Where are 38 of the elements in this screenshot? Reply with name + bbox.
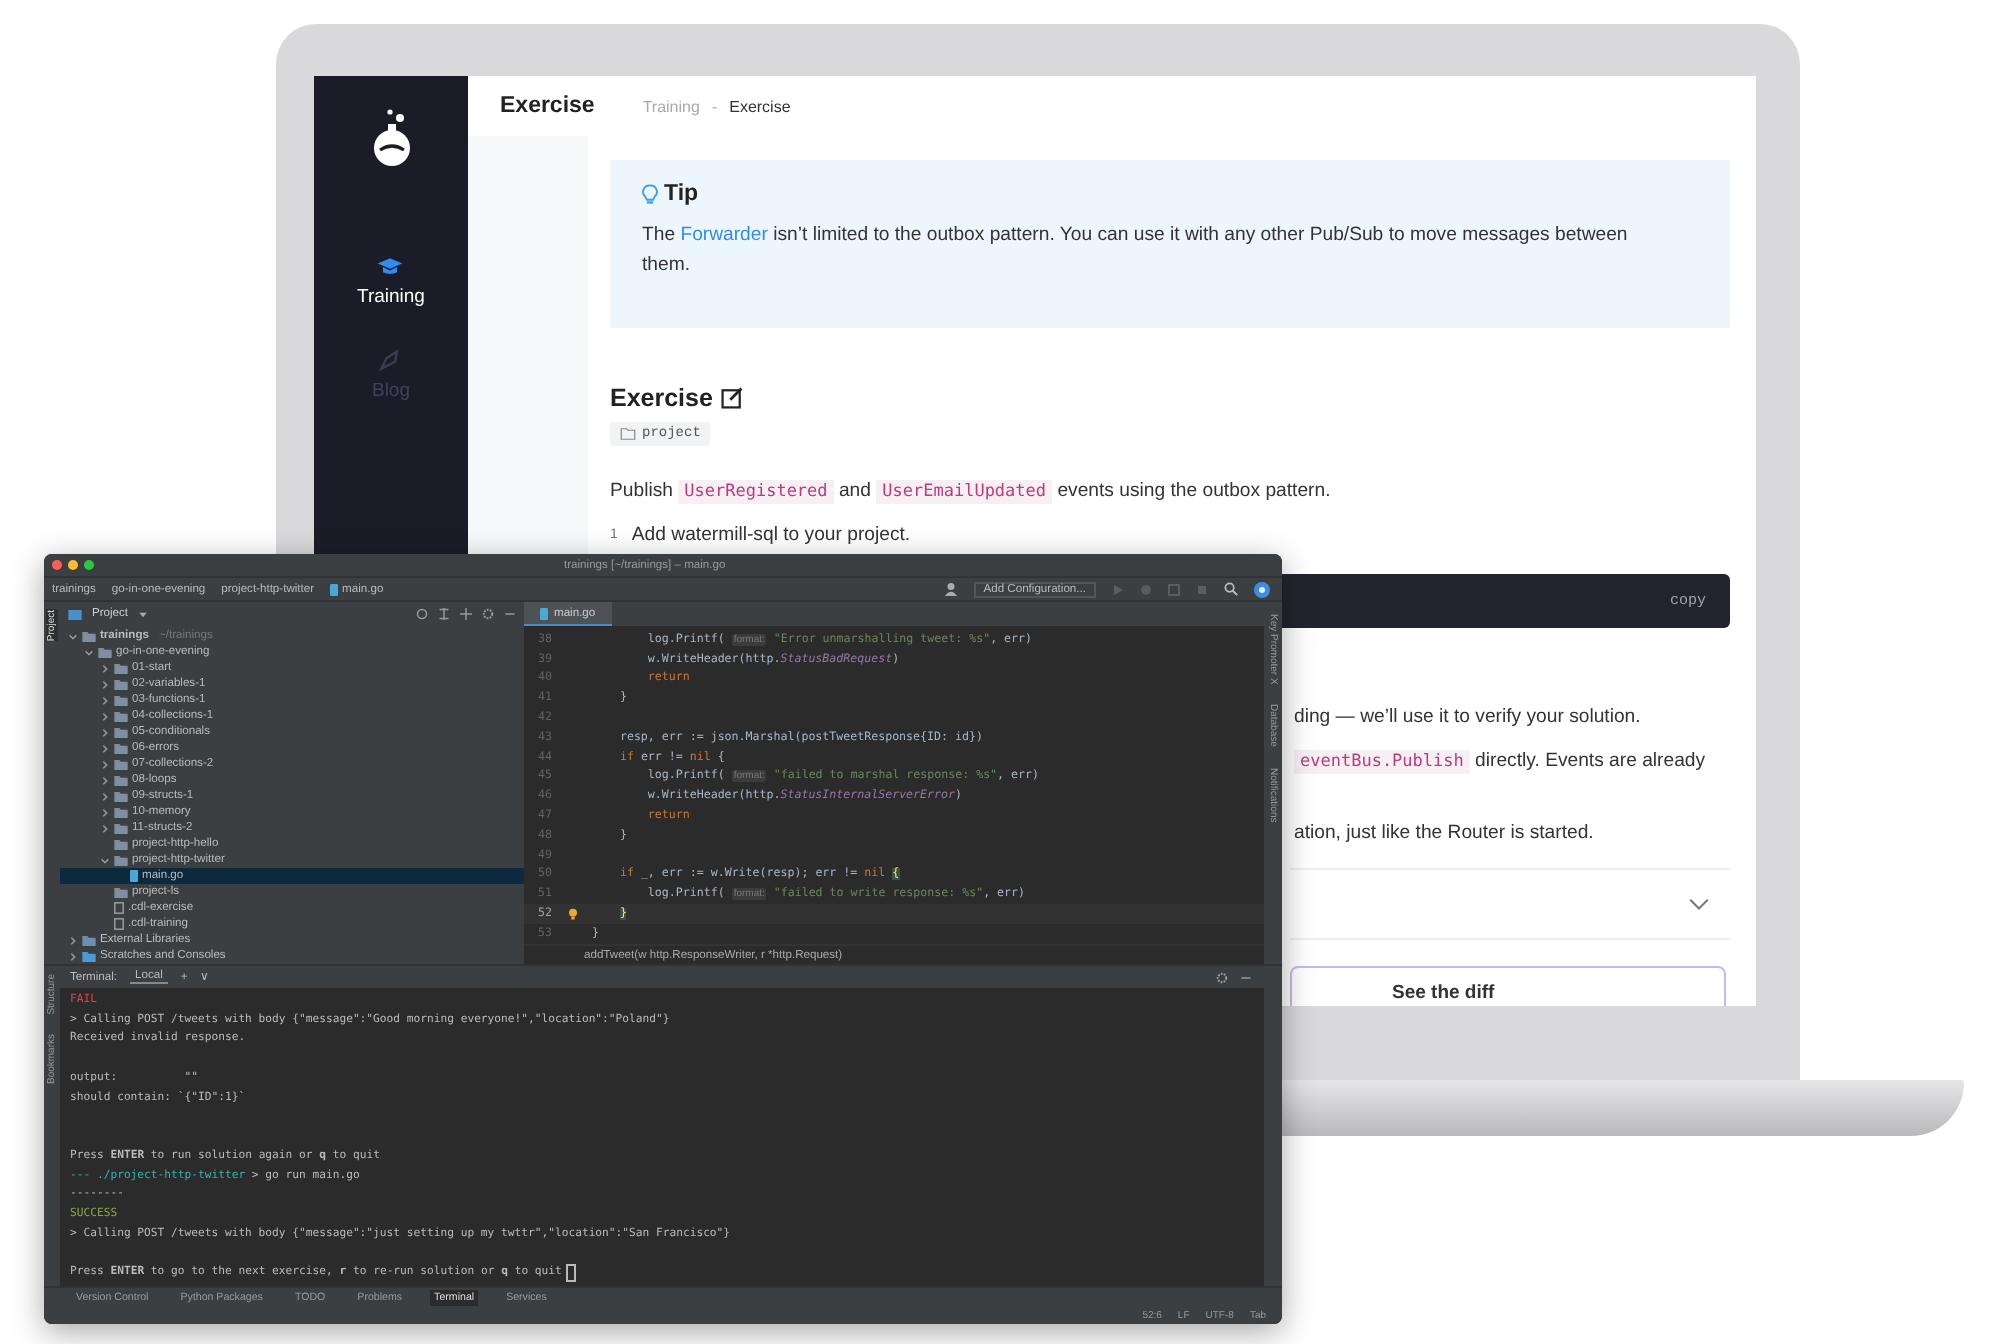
graduation-cap-icon [376,256,405,278]
settings-icon[interactable] [1216,971,1228,983]
caret-icon[interactable] [138,611,149,617]
file-icon [130,870,138,882]
edit-icon[interactable] [720,386,745,410]
close-button[interactable] [52,560,62,570]
file-icon [330,583,339,595]
page-title: Exercise [500,94,595,118]
sidebar-item[interactable]: Training [357,256,425,308]
collapse-icon[interactable] [438,608,450,620]
feather-icon [378,348,403,372]
search-icon[interactable] [1224,582,1238,596]
exercise-title: Exercise [610,384,713,412]
avatar-icon[interactable] [1254,581,1270,597]
chevron-down-icon [1688,897,1710,911]
tip-text: The Forwarder isn’t limited to the outbox pattern. You can use it with any other Pub/Sub to move messages between them. [642,222,1630,280]
file-icon [540,607,548,619]
lightbulb-icon [642,183,658,205]
breadcrumb-separator: - [711,97,718,115]
expand-icon[interactable] [460,608,472,620]
link[interactable]: Forwarder [680,224,768,246]
maximize-button[interactable] [84,560,94,570]
see-the-diff-button[interactable]: See the diff [1290,966,1726,1006]
paragraph-text: ation, just like the Router is started. [1294,820,1596,848]
step-text: Add watermill-sql to your project. [631,524,911,546]
target-icon[interactable] [416,608,428,620]
minimize-icon[interactable] [1240,971,1252,983]
paragraph-text: eventBus.Publish directly. Events are already [1294,748,1730,776]
minimize-button[interactable] [68,560,78,570]
tip-title: Tip [664,182,699,206]
breadcrumb-current: Exercise [729,97,791,115]
exercise-description: Publish UserRegistered and UserEmailUpdated events using the outbox pattern. [610,478,1333,506]
lightbulb-icon[interactable] [567,908,577,921]
folder-icon [620,428,636,440]
minimize-icon[interactable] [504,608,516,620]
user-icon[interactable] [943,582,958,596]
paragraph-text: ding — we’ll use it to verify your solution. [1294,704,1643,732]
settings-icon[interactable] [482,608,494,620]
